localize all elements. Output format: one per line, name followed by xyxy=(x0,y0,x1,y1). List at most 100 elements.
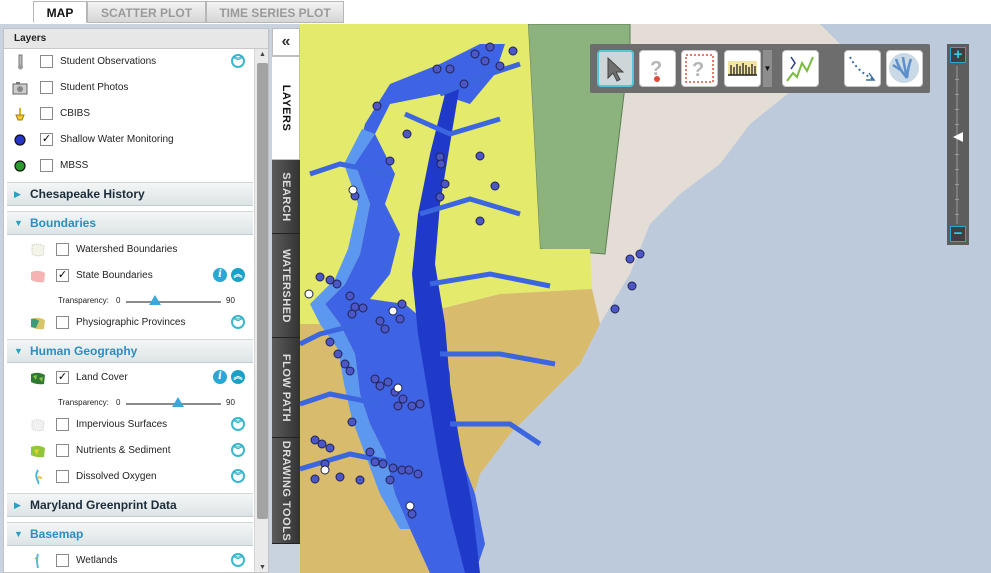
layer-row-mbss[interactable]: MBSS xyxy=(4,154,252,178)
checkbox[interactable] xyxy=(56,444,69,457)
tab-flow-path[interactable]: FLOW PATH xyxy=(272,338,300,438)
layer-row-state-boundaries[interactable]: ✓ State Boundaries i ︽ xyxy=(4,264,252,288)
layer-row-physiographic-provinces[interactable]: Physiographic Provinces ︾ xyxy=(4,311,252,335)
watershed-trace-button[interactable] xyxy=(886,50,923,87)
time-series-button[interactable] xyxy=(782,50,819,87)
tab-scatter-plot[interactable]: SCATTER PLOT xyxy=(87,1,206,23)
transparency-slider-land-cover[interactable]: Transparency: 0 90 xyxy=(4,395,252,411)
transparency-min: 0 xyxy=(116,398,121,407)
scrollbar-thumb[interactable] xyxy=(257,63,268,519)
map-toolbar: ? ? ▼ xyxy=(590,44,930,93)
section-human-geography[interactable]: ▼ Human Geography xyxy=(7,339,253,363)
tab-time-series-plot[interactable]: TIME SERIES PLOT xyxy=(206,1,344,23)
zoom-tick xyxy=(955,109,959,110)
tab-search[interactable]: SEARCH xyxy=(272,160,300,234)
zoom-tick xyxy=(955,94,959,95)
layer-label: Shallow Water Monitoring xyxy=(60,134,174,145)
caret-right-icon: ▶ xyxy=(14,189,21,199)
panel-scrollbar[interactable]: ▲ ▼ xyxy=(254,49,268,572)
section-chesapeake-history[interactable]: ▶ Chesapeake History xyxy=(7,182,253,206)
transparency-slider-state-boundaries[interactable]: Transparency: 0 90 xyxy=(4,293,252,309)
zoom-out-button[interactable]: − xyxy=(950,226,966,242)
checkbox[interactable] xyxy=(40,81,53,94)
layer-label: Nutrients & Sediment xyxy=(76,445,171,456)
question-point-icon: ? xyxy=(650,58,662,82)
identify-point-button[interactable]: ? xyxy=(639,50,676,87)
collapse-icon[interactable]: ︽ xyxy=(231,268,245,282)
slider-thumb[interactable] xyxy=(172,397,185,407)
expand-icon[interactable]: ︾ xyxy=(231,54,245,68)
layer-row-cbibs[interactable]: CBIBS xyxy=(4,102,252,126)
checkbox[interactable] xyxy=(56,243,69,256)
identify-area-button[interactable]: ? xyxy=(681,50,718,87)
checkbox[interactable] xyxy=(40,159,53,172)
layer-row-watershed-boundaries[interactable]: Watershed Boundaries xyxy=(4,238,252,262)
layer-label: MBSS xyxy=(60,160,89,171)
checkbox[interactable]: ✓ xyxy=(56,371,69,384)
info-icon[interactable]: i xyxy=(213,370,227,384)
collapse-panel-button[interactable]: « xyxy=(272,28,300,56)
checkbox[interactable] xyxy=(56,316,69,329)
checkbox[interactable] xyxy=(40,55,53,68)
expand-icon[interactable]: ︾ xyxy=(231,469,245,483)
expand-icon[interactable]: ︾ xyxy=(231,553,245,567)
section-title: Boundaries xyxy=(30,216,97,230)
question-box-icon: ? xyxy=(685,54,714,83)
slider-thumb[interactable] xyxy=(148,295,161,305)
slider-track[interactable] xyxy=(126,301,221,303)
collapse-icon[interactable]: ︽ xyxy=(231,370,245,384)
layer-row-wetlands[interactable]: Wetlands ︾ xyxy=(4,549,252,572)
tab-map[interactable]: MAP xyxy=(33,1,87,23)
checkbox[interactable]: ✓ xyxy=(56,269,69,282)
layer-row-nutrients-sediment[interactable]: Nutrients & Sediment ︾ xyxy=(4,439,252,463)
checkbox[interactable] xyxy=(56,554,69,567)
scroll-up-arrow-icon[interactable]: ▲ xyxy=(255,49,268,61)
zoom-slider-track[interactable] xyxy=(956,66,958,224)
select-tool-button[interactable] xyxy=(597,50,634,87)
chevron-down-icon: ▼ xyxy=(763,64,772,73)
expand-icon[interactable]: ︾ xyxy=(231,315,245,329)
panel-title: Layers xyxy=(4,29,268,49)
expand-icon[interactable]: ︾ xyxy=(231,443,245,457)
layer-row-impervious-surfaces[interactable]: Impervious Surfaces ︾ xyxy=(4,413,252,437)
section-title: Chesapeake History xyxy=(30,187,145,201)
checkbox[interactable]: ✓ xyxy=(40,133,53,146)
watershed-map-icon xyxy=(31,243,45,257)
green-dot-icon xyxy=(14,160,26,172)
tab-watershed[interactable]: WATERSHED xyxy=(272,234,300,338)
layer-row-shallow-water-monitoring[interactable]: ✓ Shallow Water Monitoring xyxy=(4,128,252,152)
map-view[interactable] xyxy=(300,24,991,573)
svg-text:?: ? xyxy=(692,59,704,81)
checkbox[interactable] xyxy=(56,418,69,431)
zoom-tick xyxy=(955,154,959,155)
caret-down-icon: ▼ xyxy=(14,218,23,228)
layer-row-student-photos[interactable]: Student Photos xyxy=(4,76,252,100)
layer-row-land-cover[interactable]: ✓ Land Cover i ︽ xyxy=(4,366,252,390)
layer-row-student-observations[interactable]: Student Observations ︾ xyxy=(4,50,252,74)
layer-label: Student Observations xyxy=(60,56,157,67)
checkbox[interactable] xyxy=(56,470,69,483)
info-icon[interactable]: i xyxy=(213,268,227,282)
layer-label: Dissolved Oxygen xyxy=(76,471,157,482)
bar-chart-icon xyxy=(728,61,757,76)
zoom-slider-thumb[interactable] xyxy=(953,132,963,142)
tab-layers[interactable]: LAYERS xyxy=(272,56,300,160)
section-basemap[interactable]: ▼ Basemap xyxy=(7,522,253,546)
caret-down-icon: ▼ xyxy=(14,529,23,539)
tab-drawing-tools[interactable]: DRAWING TOOLS xyxy=(272,438,300,544)
state-map-icon xyxy=(31,270,45,283)
section-boundaries[interactable]: ▼ Boundaries xyxy=(7,211,253,235)
checkbox[interactable] xyxy=(40,107,53,120)
layers-panel: Layers Student Observations ︾ Student Ph… xyxy=(3,28,269,573)
section-maryland-greenprint-data[interactable]: ▶ Maryland Greenprint Data xyxy=(7,493,253,517)
profile-chart-button[interactable] xyxy=(724,50,761,87)
thermometer-icon xyxy=(18,54,23,70)
scroll-down-arrow-icon[interactable]: ▼ xyxy=(255,562,268,572)
layer-label: State Boundaries xyxy=(76,270,153,281)
blue-dot-icon xyxy=(14,134,26,146)
flow-path-button[interactable] xyxy=(844,50,881,87)
zoom-in-button[interactable]: + xyxy=(950,47,966,63)
expand-icon[interactable]: ︾ xyxy=(231,417,245,431)
profile-dropdown-arrow[interactable]: ▼ xyxy=(763,50,772,87)
layer-row-dissolved-oxygen[interactable]: Dissolved Oxygen ︾ xyxy=(4,465,252,489)
